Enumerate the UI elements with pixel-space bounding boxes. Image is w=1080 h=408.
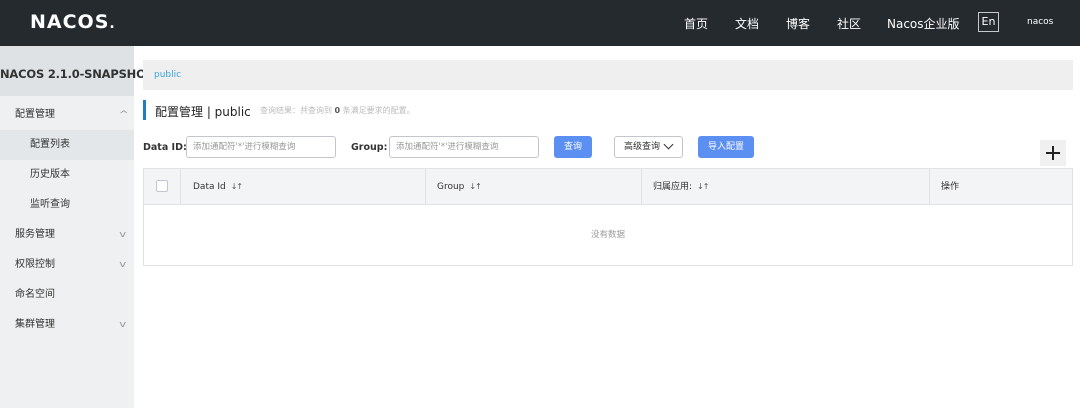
sidebar-item-service-management[interactable]: 服务管理 v [0,220,134,250]
sidebar-item-config-list[interactable]: 配置列表 [0,130,134,160]
table-empty-message: 没有数据 [590,230,625,240]
config-table: Data Id ↓↑ Group ↓↑ 归属应用: ↓↑ 操作 没有数据 [143,168,1073,266]
column-divider [180,169,181,205]
dataid-label: Data ID: [143,142,187,153]
sidebar-item-access-control[interactable]: 权限控制 v [0,250,134,280]
nav-blog[interactable]: 博客 [786,15,810,32]
sidebar-item-label: 监听查询 [30,199,70,210]
group-search-input[interactable]: 添加通配符'*'进行模糊查询 [389,136,539,158]
sidebar-item-label: 配置管理 [15,109,55,120]
nav-home[interactable]: 首页 [684,15,708,32]
sidebar-item-cluster-management[interactable]: 集群管理 v [0,310,134,340]
column-divider [425,169,426,205]
chevron-up-icon: ^ [118,110,129,120]
nav-community[interactable]: 社区 [837,15,861,32]
query-button[interactable]: 查询 [554,136,592,158]
chevron-down-icon: v [119,230,127,240]
sidebar-item-config-management[interactable]: 配置管理 ^ [0,100,134,130]
group-label: Group: [351,142,388,153]
namespace-link-public[interactable]: public [154,70,181,80]
page-title-text: 配置管理 | public [155,105,251,119]
sort-icon[interactable]: ↓↑ [469,182,481,191]
chevron-down-icon: v [119,260,127,270]
sort-icon[interactable]: ↓↑ [231,182,243,191]
sort-icon[interactable]: ↓↑ [697,182,709,191]
sidebar-item-label: 历史版本 [30,169,70,180]
dataid-search-input[interactable]: 添加通配符'*'进行模糊查询 [186,136,336,158]
column-divider [641,169,642,205]
chevron-down-icon [663,139,674,150]
sidebar-item-label: 权限控制 [15,259,55,270]
column-divider [929,169,930,205]
column-header-actions: 操作 [941,182,960,192]
nav-docs[interactable]: 文档 [735,15,759,32]
column-header-app[interactable]: 归属应用: ↓↑ [653,169,709,205]
sidebar: NACOS 2.1.0-SNAPSHOT 配置管理 ^ 配置列表 历史版本 监听… [0,46,154,408]
sidebar-item-history[interactable]: 历史版本 [0,160,134,190]
advanced-query-button[interactable]: 高级查询 [614,136,683,158]
table-header: Data Id ↓↑ Group ↓↑ 归属应用: ↓↑ 操作 [144,169,1072,205]
sidebar-item-label: 配置列表 [30,139,70,150]
query-result-summary: 查询结果：共查询到 0 条满足要求的配置。 [260,106,415,115]
sidebar-item-label: 服务管理 [15,229,55,240]
add-config-button[interactable] [1040,140,1066,166]
sidebar-item-listener-query[interactable]: 监听查询 [0,190,134,220]
sidebar-version-title: NACOS 2.1.0-SNAPSHOT [0,46,154,96]
advanced-query-label: 高级查询 [624,142,661,152]
page-title: 配置管理 | public 查询结果：共查询到 0 条满足要求的配置。 [143,100,415,120]
column-header-data-id[interactable]: Data Id ↓↑ [193,169,243,205]
top-navbar: NACOS. 首页 文档 博客 社区 Nacos企业版 En nacos [0,0,1080,46]
import-config-button[interactable]: 导入配置 [698,136,754,158]
namespace-bar: public [143,60,1073,90]
sidebar-item-label: 集群管理 [15,319,55,330]
nacos-logo[interactable]: NACOS. [30,11,116,33]
sidebar-item-namespace[interactable]: 命名空间 [0,280,134,310]
sidebar-item-label: 命名空间 [15,289,55,300]
column-header-group[interactable]: Group ↓↑ [437,169,482,205]
select-all-checkbox[interactable] [156,180,168,192]
user-name[interactable]: nacos [1027,17,1053,27]
language-switch-button[interactable]: En [978,12,999,32]
chevron-down-icon: v [119,320,127,330]
nav-enterprise[interactable]: Nacos企业版 [887,15,960,32]
